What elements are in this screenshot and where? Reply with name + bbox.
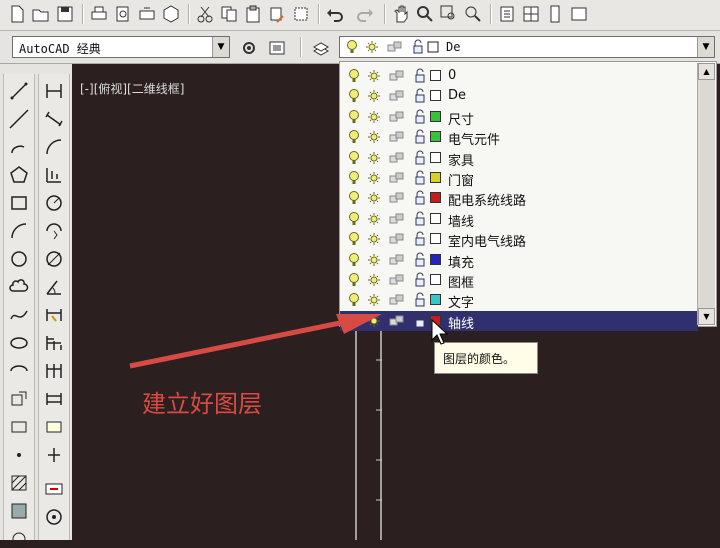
annotation-arrow bbox=[129, 314, 382, 369]
mouse-cursor-icon bbox=[431, 318, 449, 345]
annotation-text: 建立好图层 bbox=[142, 390, 262, 418]
